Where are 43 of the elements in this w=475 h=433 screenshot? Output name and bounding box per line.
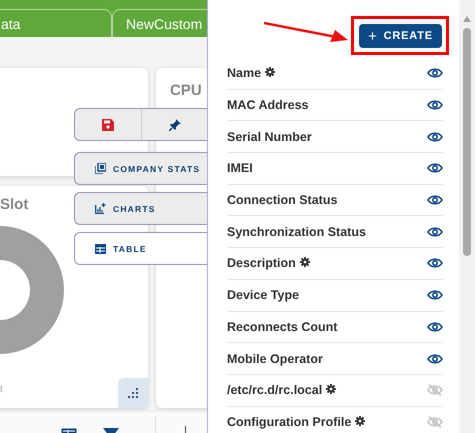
legend-label: t: [0, 384, 3, 395]
settings-icon[interactable]: [265, 66, 276, 77]
column-name: Configuration Profile: [227, 415, 352, 430]
column-name: Reconnects Count: [227, 320, 338, 334]
divider-mark: [185, 426, 186, 433]
column-name: IMEI: [227, 161, 253, 176]
settings-icon[interactable]: [326, 384, 336, 394]
create-button[interactable]: + CREATE: [359, 24, 442, 48]
eye-icon[interactable]: [427, 194, 443, 206]
eye-icon[interactable]: [427, 226, 443, 238]
eye-icon[interactable]: [427, 320, 443, 333]
settings-icon[interactable]: [300, 256, 310, 267]
pin-icon: [168, 118, 180, 130]
column-name: Synchronization Status: [227, 224, 366, 239]
eye-icon[interactable]: [427, 289, 443, 302]
eye-icon[interactable]: [427, 99, 443, 112]
eye-icon[interactable]: [427, 352, 443, 365]
table-icon: [95, 244, 106, 254]
view-button[interactable]: COMPANY STATS: [74, 152, 207, 185]
column-name: /etc/rc.d/rc.local: [227, 383, 322, 398]
chart-icon: [95, 203, 106, 214]
widget-title: CPU: [170, 82, 202, 99]
scrollbar[interactable]: [459, 0, 475, 433]
resize-handle[interactable]: [118, 378, 148, 408]
column-name: MAC Address: [227, 98, 308, 112]
column-name: Description: [227, 256, 296, 270]
eye-icon[interactable]: [427, 67, 443, 80]
eye-icon[interactable]: [427, 257, 443, 270]
save-icon: [102, 118, 114, 130]
widget-title: Slot: [0, 196, 28, 213]
view-button[interactable]: TABLE: [74, 232, 207, 265]
column-name: Connection Status: [227, 193, 338, 208]
column-name: Mobile Operator: [227, 352, 323, 366]
resize-icon: [128, 388, 138, 398]
view-button[interactable]: CHARTS: [74, 192, 207, 225]
eye-icon[interactable]: [427, 130, 443, 143]
column-name: Serial Number: [227, 130, 312, 144]
settings-icon[interactable]: [355, 416, 366, 426]
scrollbar-thumb[interactable]: [463, 28, 471, 256]
copy-icon: [95, 163, 106, 174]
eye-icon[interactable]: [427, 162, 443, 174]
column-name: Device Type: [227, 288, 300, 302]
column-name: Name: [227, 66, 262, 80]
